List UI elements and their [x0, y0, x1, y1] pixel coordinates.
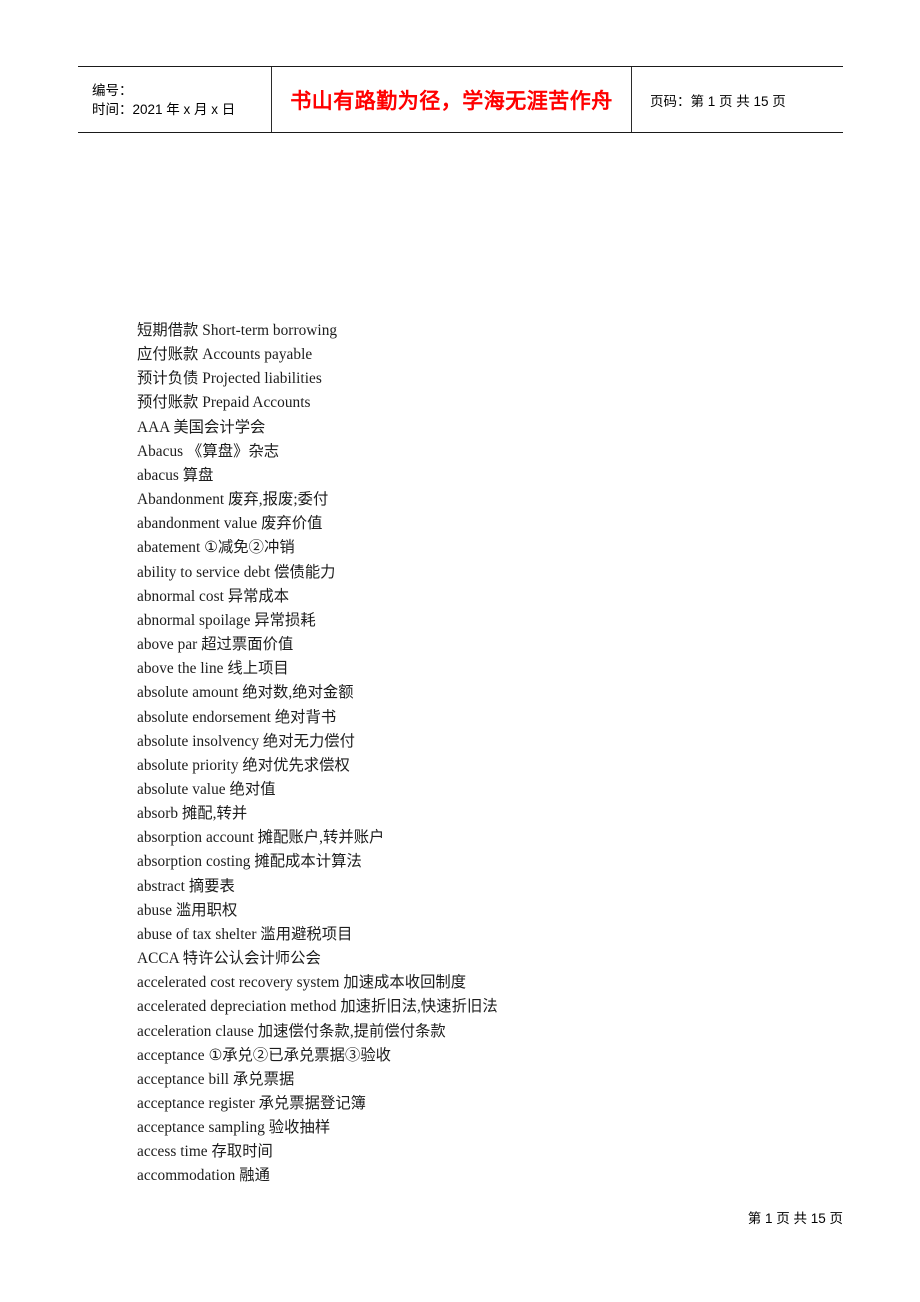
header-date-label: 时间：2021 年 x 月 x 日 — [92, 101, 236, 117]
glossary-entry: ability to service debt 偿债能力 — [137, 563, 336, 581]
glossary-entry: abatement ①减免②冲销 — [137, 539, 295, 557]
glossary-entry: acceptance bill 承兑票据 — [137, 1070, 295, 1088]
glossary-entry: abuse 滥用职权 — [137, 901, 238, 919]
glossary-entry: 预计负债 Projected liabilities — [137, 370, 322, 388]
glossary-entry: 预付账款 Prepaid Accounts — [137, 394, 311, 412]
glossary-entry: absorption account 摊配账户,转并账户 — [137, 829, 385, 847]
glossary-entry: 应付账款 Accounts payable — [137, 346, 313, 364]
glossary-entry: access time 存取时间 — [137, 1143, 273, 1161]
glossary-entry: accelerated depreciation method 加速折旧法,快速… — [137, 998, 498, 1016]
glossary-entry: abuse of tax shelter 滥用避税项目 — [137, 925, 353, 943]
glossary-entry: abacus 算盘 — [137, 466, 214, 484]
document-header-table: 编号： 时间：2021 年 x 月 x 日 书山有路勤为径，学海无涯苦作舟 页码… — [78, 66, 843, 133]
glossary-entry: abnormal cost 异常成本 — [137, 587, 290, 605]
header-cell-meta: 编号： 时间：2021 年 x 月 x 日 — [78, 67, 272, 132]
header-slogan-text: 书山有路勤为径，学海无涯苦作舟 — [290, 88, 613, 113]
glossary-entry: above the line 线上项目 — [137, 660, 289, 678]
header-cell-slogan: 书山有路勤为径，学海无涯苦作舟 — [272, 67, 632, 132]
glossary-entry: abnormal spoilage 异常损耗 — [137, 611, 316, 629]
glossary-entry: acceptance register 承兑票据登记簿 — [137, 1095, 367, 1112]
header-cell-pagecode: 页码：第 1 页 共 15 页 — [632, 67, 843, 132]
glossary-entry: absorb 摊配,转并 — [137, 805, 248, 823]
glossary-entry: above par 超过票面价值 — [137, 636, 294, 654]
glossary-entry: absorption costing 摊配成本计算法 — [137, 853, 362, 871]
glossary-entry: AAA 美国会计学会 — [137, 418, 266, 436]
glossary-entry: absolute amount 绝对数,绝对金额 — [137, 684, 354, 702]
glossary-entry: absolute endorsement 绝对背书 — [137, 708, 337, 726]
glossary-entry: acceptance ①承兑②已承兑票据③验收 — [137, 1046, 392, 1064]
glossary-entry: acceptance sampling 验收抽样 — [137, 1119, 331, 1137]
glossary-entry: abstract 摘要表 — [137, 877, 235, 895]
glossary-entry: Abacus 《算盘》杂志 — [137, 442, 280, 460]
header-page-code: 页码：第 1 页 共 15 页 — [650, 93, 786, 109]
glossary-entry: absolute value 绝对值 — [137, 780, 276, 798]
header-serial-number-label: 编号： — [92, 82, 133, 98]
glossary-entry: accelerated cost recovery system 加速成本收回制… — [137, 974, 467, 992]
footer-page-indicator: 第 1 页 共 15 页 — [747, 1211, 843, 1226]
glossary-entry: Abandonment 废弃,报废;委付 — [137, 491, 329, 509]
glossary-entry: ACCA 特许公认会计师公会 — [137, 950, 321, 968]
glossary-list: 短期借款 Short-term borrowing 应付账款 Accounts … — [137, 319, 837, 1189]
glossary-entry: accommodation 融通 — [137, 1167, 270, 1185]
glossary-entry: absolute insolvency 绝对无力偿付 — [137, 732, 355, 750]
document-footer: 第 1 页 共 15 页 — [0, 1207, 843, 1227]
glossary-entry: absolute priority 绝对优先求偿权 — [137, 756, 350, 774]
glossary-entry: 短期借款 Short-term borrowing — [137, 322, 338, 339]
glossary-entry: acceleration clause 加速偿付条款,提前偿付条款 — [137, 1022, 446, 1040]
glossary-entry: abandonment value 废弃价值 — [137, 515, 323, 533]
